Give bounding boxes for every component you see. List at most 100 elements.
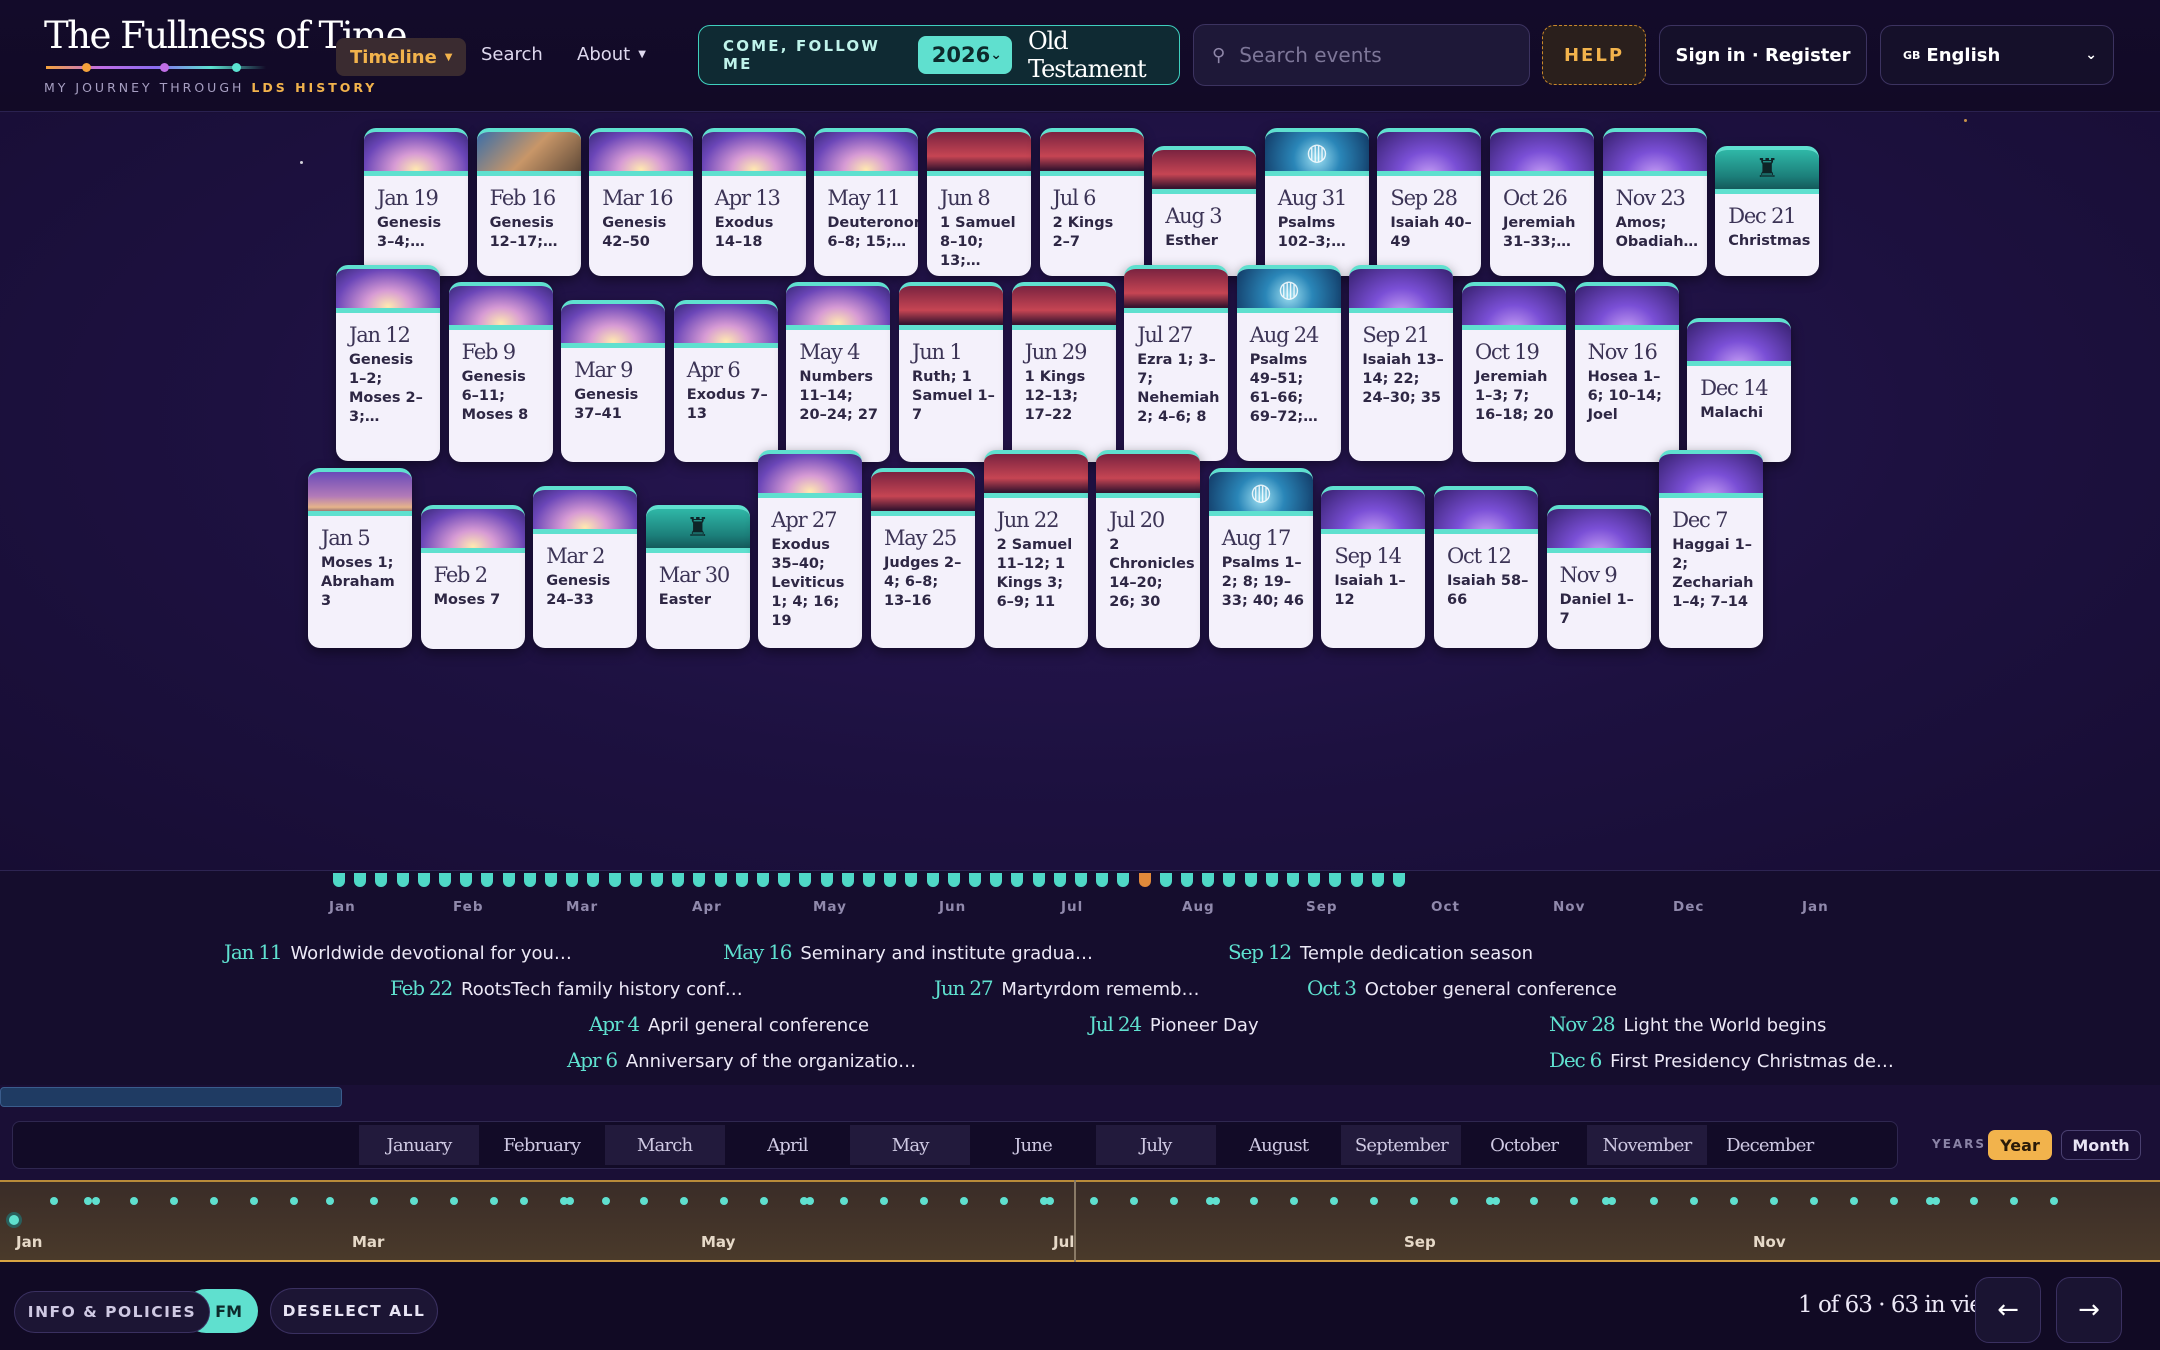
month-button[interactable]: February — [482, 1125, 602, 1165]
timeline-event[interactable]: Nov 28 Light the World begins — [1549, 1012, 1826, 1036]
lesson-card[interactable]: Apr 13 Exodus 14–18 — [701, 128, 806, 276]
timeline-marker[interactable] — [947, 873, 960, 887]
lesson-card[interactable]: Oct 19 Jeremiah 1–3; 7; 16–18; 20 — [1462, 282, 1566, 462]
timeline-event[interactable]: Jan 11 Worldwide devotional for you… — [224, 940, 572, 964]
month-button[interactable]: June — [973, 1125, 1093, 1165]
timeline-marker[interactable] — [1202, 873, 1215, 887]
lesson-card[interactable]: Mar 16 Genesis 42–50 — [589, 128, 694, 276]
month-button[interactable]: October — [1464, 1125, 1584, 1165]
next-button[interactable]: → — [2056, 1277, 2122, 1343]
timeline-marker[interactable] — [1181, 873, 1193, 887]
lesson-card[interactable]: Oct 26 Jeremiah 31–33;… — [1490, 128, 1594, 276]
timeline-marker[interactable] — [1075, 873, 1087, 887]
timeline-marker[interactable] — [969, 873, 981, 887]
lesson-card[interactable]: ♜ Mar 30 Easter — [645, 505, 750, 649]
timeline-marker[interactable] — [545, 873, 557, 887]
lesson-card[interactable]: Jul 20 2 Chronicles 14–20; 26; 30 — [1096, 450, 1201, 648]
timeline-event[interactable]: Apr 6 Anniversary of the organizatio… — [567, 1048, 916, 1072]
lesson-card[interactable]: Jun 1 Ruth; 1 Samuel 1–7 — [899, 282, 1003, 462]
month-button[interactable]: March — [604, 1125, 725, 1165]
timeline-event[interactable]: Apr 4 April general conference — [589, 1012, 869, 1036]
year-view-button[interactable]: Year — [1988, 1130, 2052, 1160]
lesson-card[interactable]: Sep 21 Isaiah 13–14; 22; 24–30; 35 — [1349, 265, 1454, 461]
lesson-card[interactable]: Nov 9 Daniel 1–7 — [1546, 505, 1651, 649]
timeline-marker[interactable] — [1308, 873, 1321, 887]
lesson-card[interactable]: May 11 Deuteronomy 6–8; 15;… — [814, 128, 919, 276]
timeline-marker[interactable] — [1138, 873, 1151, 887]
timeline-marker[interactable] — [1265, 873, 1278, 887]
help-button[interactable]: HELP — [1542, 25, 1646, 85]
lesson-card[interactable]: Feb 16 Genesis 12–17;… — [476, 128, 581, 276]
lesson-card[interactable]: Feb 9 Genesis 6–11; Moses 8 — [448, 282, 553, 462]
timeline-marker[interactable] — [629, 873, 642, 887]
mini-map-overview[interactable] — [0, 1180, 2160, 1262]
lesson-card[interactable]: Jun 29 1 Kings 12–13; 17–22 — [1011, 282, 1116, 462]
lesson-card[interactable]: Mar 2 Genesis 24–33 — [533, 486, 638, 648]
lesson-card[interactable]: Mar 9 Genesis 37–41 — [561, 300, 666, 462]
lesson-card[interactable]: Oct 12 Isaiah 58–66 — [1434, 486, 1538, 648]
nav-timeline-menu[interactable]: Timeline ▼ — [336, 38, 467, 76]
timeline-marker[interactable] — [820, 873, 833, 887]
timeline-marker[interactable] — [523, 873, 536, 887]
lesson-card[interactable]: ♜ Dec 21 Christmas — [1715, 146, 1820, 276]
timeline-marker[interactable] — [672, 873, 685, 887]
timeline-marker[interactable] — [396, 873, 409, 887]
lesson-card[interactable]: Dec 14 Malachi — [1687, 318, 1792, 462]
timeline-marker[interactable] — [566, 873, 579, 887]
timeline-marker[interactable] — [990, 873, 1003, 887]
language-select[interactable]: GB English ⌄ — [1880, 25, 2114, 85]
lesson-card[interactable]: Dec 7 Haggai 1–2; Zechariah 1–4; 7–14 — [1659, 450, 1764, 648]
lesson-card[interactable]: Jul 27 Ezra 1; 3–7; Nehemiah 2; 4–6; 8 — [1124, 265, 1229, 461]
nav-about-menu[interactable]: About ▼ — [577, 44, 646, 65]
lesson-card[interactable]: Jan 19 Genesis 3–4;… — [364, 128, 468, 276]
timeline-marker[interactable] — [884, 873, 897, 887]
timeline-marker[interactable] — [778, 873, 791, 887]
timeline-marker[interactable] — [1371, 873, 1384, 887]
timeline-marker[interactable] — [460, 873, 473, 887]
month-button[interactable]: April — [727, 1125, 847, 1165]
timeline-event[interactable]: May 16 Seminary and institute gradua… — [723, 940, 1093, 964]
timeline-marker[interactable] — [1096, 873, 1109, 887]
lesson-card[interactable]: Jul 6 2 Kings 2–7 — [1039, 128, 1144, 276]
lesson-card[interactable]: ◍ Aug 31 Psalms 102–3;… — [1264, 128, 1369, 276]
search-events-input[interactable] — [1239, 43, 1500, 67]
lesson-card[interactable]: May 4 Numbers 11–14; 20–24; 27 — [786, 282, 891, 462]
info-policies-button[interactable]: INFO & POLICIES — [14, 1291, 210, 1333]
lesson-card[interactable]: ◍ Aug 17 Psalms 1–2; 8; 19–33; 40; 46 — [1208, 468, 1313, 648]
timeline-marker[interactable] — [1287, 873, 1299, 887]
month-button[interactable]: September — [1341, 1125, 1462, 1165]
lesson-card[interactable]: Aug 3 Esther — [1152, 146, 1257, 276]
timeline-marker[interactable] — [651, 873, 663, 887]
timeline-marker[interactable] — [714, 873, 727, 887]
timeline-marker[interactable] — [1244, 873, 1257, 887]
lesson-card[interactable]: Nov 23 Amos; Obadiah… — [1602, 128, 1707, 276]
month-button[interactable]: December — [1710, 1125, 1830, 1165]
timeline-marker[interactable] — [1159, 873, 1172, 887]
timeline-marker[interactable] — [863, 873, 875, 887]
month-button[interactable]: July — [1095, 1125, 1216, 1165]
timeline-event[interactable]: Feb 22 RootsTech family history conf… — [390, 976, 743, 1000]
timeline-event[interactable]: Oct 3 October general conference — [1307, 976, 1617, 1000]
month-button[interactable]: August — [1219, 1125, 1339, 1165]
lesson-card[interactable]: Jun 8 1 Samuel 8–10; 13;… — [927, 128, 1031, 276]
timeline-event[interactable]: Sep 12 Temple dedication season — [1228, 940, 1533, 964]
nav-search-link[interactable]: Search — [481, 44, 543, 65]
timeline-event[interactable]: Dec 6 First Presidency Christmas de… — [1549, 1048, 1894, 1072]
lesson-card[interactable]: Sep 14 Isaiah 1–12 — [1321, 486, 1426, 648]
lesson-card[interactable]: ◍ Aug 24 Psalms 49–51; 61–66; 69–72;… — [1236, 265, 1341, 461]
lesson-card[interactable]: May 25 Judges 2–4; 6–8; 13–16 — [871, 468, 975, 648]
deselect-all-button[interactable]: DESELECT ALL — [270, 1288, 438, 1334]
month-button[interactable]: November — [1587, 1125, 1707, 1165]
timeline-scrollbar-thumb[interactable] — [0, 1087, 342, 1107]
timeline-marker[interactable] — [735, 873, 748, 887]
timeline-marker[interactable] — [354, 873, 367, 887]
sign-in-register-button[interactable]: Sign in · Register — [1659, 25, 1867, 85]
timeline-marker[interactable] — [417, 873, 430, 887]
month-button[interactable]: January — [359, 1125, 479, 1165]
lesson-card[interactable]: Nov 16 Hosea 1–6; 10–14; Joel — [1574, 282, 1679, 462]
timeline-marker[interactable] — [757, 873, 769, 887]
timeline-marker[interactable] — [1350, 873, 1363, 887]
lesson-card[interactable]: Jan 12 Genesis 1–2; Moses 2–3;… — [336, 265, 440, 461]
lesson-card[interactable]: Apr 27 Exodus 35–40; Leviticus 1; 4; 16; … — [758, 450, 863, 648]
cfm-year-select[interactable]: 2026 ⌄ — [917, 36, 1012, 74]
